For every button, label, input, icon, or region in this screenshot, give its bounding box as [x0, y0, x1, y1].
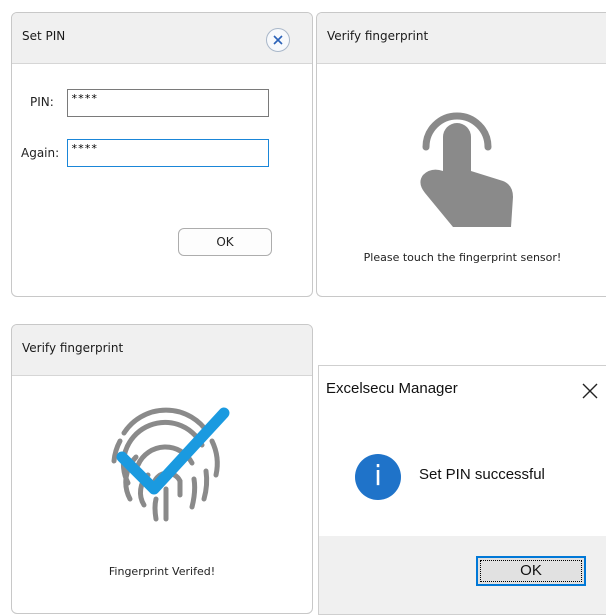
set-pin-title: Set PIN: [22, 29, 66, 43]
set-pin-dialog: Set PIN PIN: **** Again: **** OK: [11, 12, 313, 297]
verified-title: Verify fingerprint: [22, 341, 124, 355]
fingerprint-check-icon: [111, 407, 230, 522]
close-button[interactable]: [266, 28, 290, 52]
again-label: Again:: [21, 146, 60, 160]
verify-titlebar: Verify fingerprint: [317, 13, 606, 64]
set-pin-titlebar: Set PIN: [12, 13, 312, 64]
touch-message: Please touch the fingerprint sensor!: [363, 251, 562, 264]
touch-hand-icon: [420, 112, 513, 227]
verify-fingerprint-dialog: Verify fingerprint Please touch the fing…: [316, 12, 606, 297]
message-text: Set PIN successful: [419, 466, 545, 483]
verified-titlebar: Verify fingerprint: [12, 325, 312, 376]
verified-message: Fingerprint Verifed!: [108, 565, 216, 578]
again-input[interactable]: ****: [67, 139, 269, 167]
info-icon-glyph: i: [374, 459, 382, 492]
close-icon: [273, 35, 283, 45]
pin-input[interactable]: ****: [67, 89, 269, 117]
info-icon: i: [355, 454, 401, 500]
message-box-title: Excelsecu Manager: [326, 380, 458, 397]
pin-label: PIN:: [30, 95, 54, 109]
fingerprint-verified-dialog: Verify fingerprint Fingerprint Verifed!: [11, 324, 313, 614]
ok-button[interactable]: OK: [178, 228, 272, 256]
close-icon[interactable]: [581, 382, 599, 400]
excelsecu-message-box: Excelsecu Manager i Set PIN successful O…: [318, 365, 606, 615]
verify-title: Verify fingerprint: [327, 29, 429, 43]
message-ok-button[interactable]: OK: [476, 556, 586, 586]
